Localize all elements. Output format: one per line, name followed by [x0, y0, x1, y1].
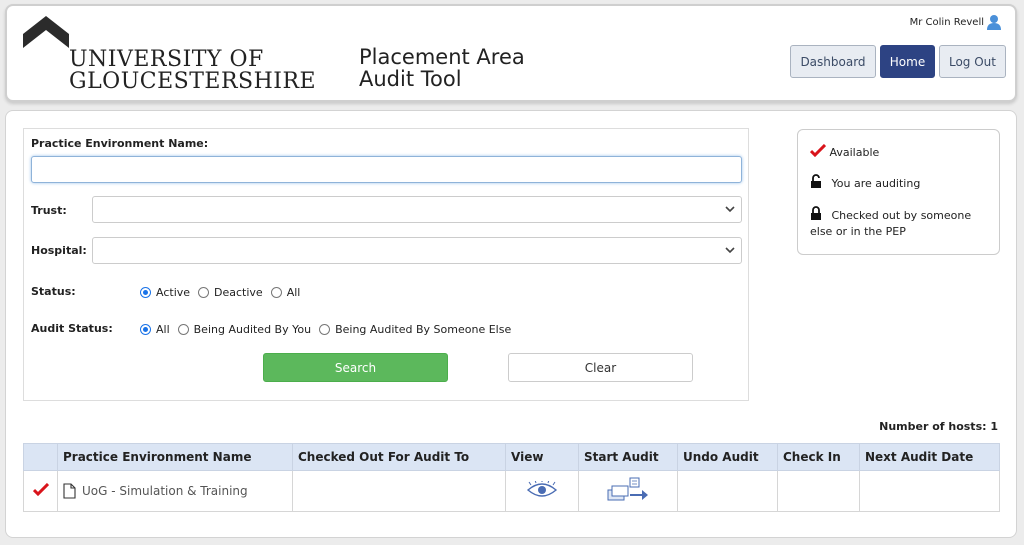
col-pe-name[interactable]: Practice Environment Name — [57, 443, 293, 471]
audit-status-radio-by-you[interactable]: Being Audited By You — [177, 323, 311, 336]
hospital-label: Hospital: — [31, 244, 87, 257]
col-check-in: Check In — [777, 443, 860, 471]
legend-you-auditing: You are auditing — [810, 174, 920, 192]
status-radio-active[interactable]: Active — [140, 286, 190, 299]
col-next-audit-date[interactable]: Next Audit Date — [859, 443, 1000, 471]
row-checked-out-cell — [292, 470, 506, 512]
table-header-row: Practice Environment Name Checked Out Fo… — [23, 443, 1000, 471]
status-radio-deactive[interactable]: Deactive — [198, 286, 263, 299]
university-chevron-logo-icon — [23, 16, 69, 48]
col-checked-out-to[interactable]: Checked Out For Audit To — [292, 443, 506, 471]
results-table: Practice Environment Name Checked Out Fo… — [23, 443, 1000, 512]
start-audit-icon[interactable] — [606, 477, 650, 503]
row-name-cell: UoG - Simulation & Training — [57, 470, 293, 512]
trust-label: Trust: — [31, 204, 67, 217]
row-next-audit-date-cell — [859, 470, 1000, 512]
pe-name-input[interactable] — [31, 156, 742, 183]
audit-status-radio-by-someone-else[interactable]: Being Audited By Someone Else — [319, 323, 511, 336]
row-check-in-cell — [777, 470, 860, 512]
radio-icon[interactable] — [319, 324, 331, 335]
status-radio-group: Active Deactive All — [140, 286, 308, 299]
eye-view-icon[interactable] — [526, 478, 558, 499]
col-view: View — [505, 443, 579, 471]
radio-selected-icon[interactable] — [140, 324, 151, 335]
app-title-line-1: Placement Area — [359, 45, 525, 69]
pe-name-label: Practice Environment Name: — [31, 137, 209, 150]
lock-icon — [811, 206, 821, 220]
row-start-audit-cell[interactable] — [578, 470, 678, 512]
user-name: Mr Colin Revell — [909, 16, 984, 28]
clear-button[interactable]: Clear — [508, 353, 693, 382]
main-content: Practice Environment Name: Trust: Hospit… — [5, 110, 1017, 538]
radio-icon[interactable] — [270, 287, 282, 298]
hospital-select[interactable] — [92, 237, 742, 264]
table-row: UoG - Simulation & Training — [23, 470, 1000, 512]
logout-button[interactable]: Log Out — [939, 45, 1006, 78]
unlock-icon — [811, 174, 821, 188]
user-avatar-icon[interactable] — [987, 14, 1001, 30]
col-undo-audit: Undo Audit — [677, 443, 778, 471]
university-name: UNIVERSITY OF GLOUCESTERSHIRE — [69, 49, 316, 93]
col-status — [23, 443, 58, 471]
dashboard-button[interactable]: Dashboard — [790, 45, 876, 78]
legend-available: Available — [809, 143, 879, 161]
check-icon — [809, 143, 827, 158]
radio-selected-icon[interactable] — [140, 287, 151, 298]
row-undo-audit-cell — [677, 470, 778, 512]
document-icon — [63, 483, 76, 499]
status-radio-all[interactable]: All — [270, 286, 300, 299]
audit-status-radio-all[interactable]: All — [140, 323, 170, 336]
status-label: Status: — [31, 285, 76, 298]
host-count: Number of hosts: 1 — [879, 420, 998, 433]
check-icon — [32, 482, 49, 497]
status-legend: Available You are auditing Checked out b… — [797, 129, 1000, 255]
university-line-2: GLOUCESTERSHIRE — [69, 69, 317, 94]
chevron-down-icon — [725, 247, 735, 254]
radio-icon[interactable] — [177, 324, 189, 335]
app-header: UNIVERSITY OF GLOUCESTERSHIRE Placement … — [5, 4, 1017, 102]
chevron-down-icon — [725, 206, 735, 213]
app-title-line-2: Audit Tool — [359, 67, 462, 91]
search-panel: Practice Environment Name: Trust: Hospit… — [23, 128, 749, 401]
app-title: Placement Area Audit Tool — [359, 46, 525, 90]
radio-icon[interactable] — [198, 287, 210, 298]
user-info: Mr Colin Revell — [910, 14, 1001, 30]
legend-checked-out: Checked out by someone else or in the PE… — [810, 206, 971, 240]
university-line-1: UNIVERSITY OF — [69, 47, 264, 72]
row-pe-name: UoG - Simulation & Training — [82, 484, 248, 498]
col-start-audit: Start Audit — [578, 443, 678, 471]
row-view-cell[interactable] — [505, 470, 579, 512]
home-button[interactable]: Home — [880, 45, 935, 78]
row-status-cell — [23, 470, 58, 512]
audit-status-label: Audit Status: — [31, 322, 113, 335]
audit-status-radio-group: All Being Audited By You Being Audited B… — [140, 323, 519, 336]
search-button[interactable]: Search — [263, 353, 448, 382]
trust-select[interactable] — [92, 196, 742, 223]
